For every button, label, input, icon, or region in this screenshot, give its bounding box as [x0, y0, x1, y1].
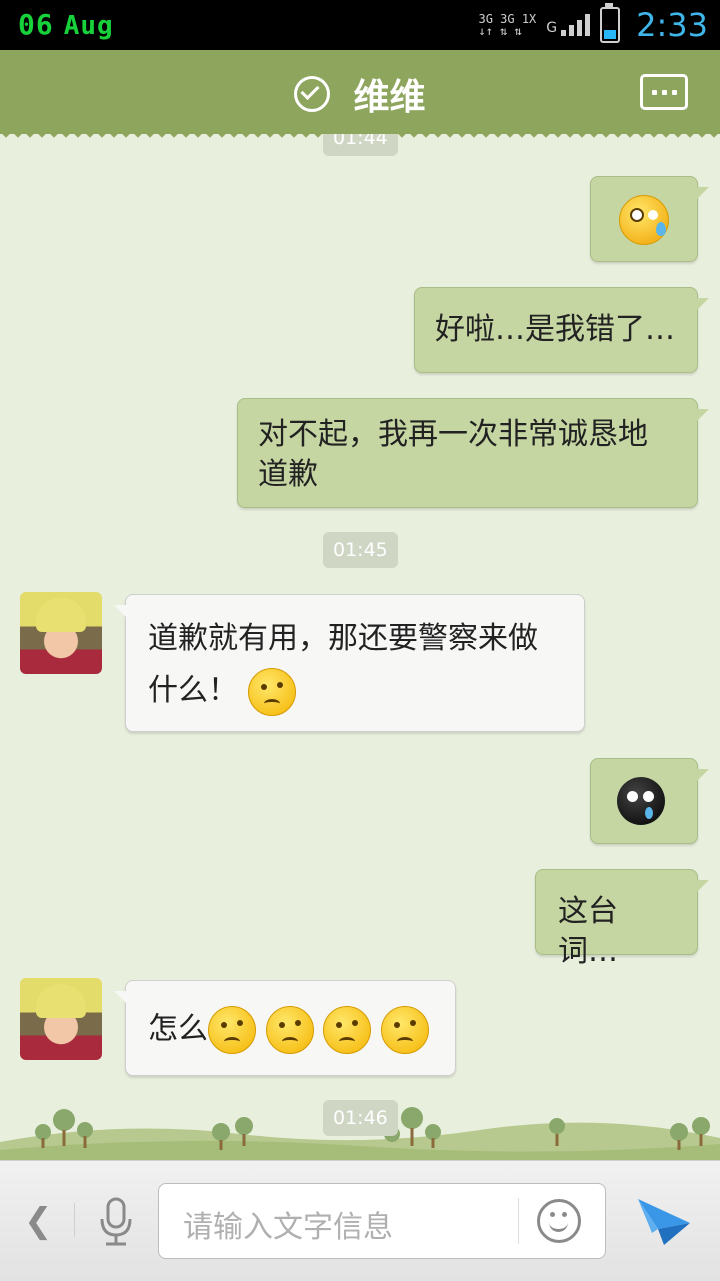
status-icons: 3G 3G 1X ↓↑ ⇅ ⇅ G 2:33 [478, 3, 708, 44]
send-button[interactable] [634, 1193, 694, 1249]
more-options-button[interactable] [640, 74, 688, 110]
message-text: 道歉就有用，那还要警察来做什么！ [148, 621, 538, 708]
message-text: 这台词… [558, 894, 618, 969]
grimace-face-icon [265, 1005, 314, 1054]
microphone-icon[interactable] [96, 1197, 136, 1247]
contact-avatar[interactable] [20, 978, 102, 1060]
chat-header: 维维 [0, 50, 720, 140]
grimace-face-icon [208, 1005, 256, 1054]
message-input-placeholder: 请输入文字信息 [183, 1210, 393, 1245]
status-month: Aug [63, 11, 114, 41]
divider [74, 1203, 75, 1237]
message-bubble-outgoing[interactable] [590, 758, 709, 844]
status-date: 06 Aug [18, 8, 114, 41]
message-bubble-incoming[interactable]: 怎么 [114, 980, 456, 1076]
status-time: 2:33 [636, 6, 708, 44]
message-text: 怎么 [148, 1011, 208, 1047]
back-chevron-icon[interactable]: ❮ [24, 1201, 53, 1241]
contact-avatar[interactable] [20, 592, 102, 674]
network-g-label: G [546, 20, 558, 36]
status-bar: 06 Aug 3G 3G 1X ↓↑ ⇅ ⇅ G 2:33 [0, 0, 720, 50]
message-input[interactable]: 请输入文字信息 [158, 1183, 606, 1259]
puzzled-face-icon [247, 667, 296, 716]
message-bubble-outgoing[interactable]: 这台词… [535, 869, 709, 969]
message-text: 对不起，我再一次非常诚恳地道歉 [258, 417, 648, 492]
message-bubble-outgoing[interactable] [590, 176, 709, 262]
timestamp: 01:46 [323, 1100, 398, 1136]
grimace-face-icon [323, 1005, 372, 1054]
battery-icon [600, 3, 621, 43]
crying-black-face-icon [617, 777, 665, 825]
signal-icon: G [546, 14, 591, 36]
input-bar: ❮ 请输入文字信息 [0, 1160, 720, 1281]
network-type-icon: 3G 3G 1X ↓↑ ⇅ ⇅ [478, 12, 537, 38]
message-bubble-incoming[interactable]: 道歉就有用，那还要警察来做什么！ [114, 594, 585, 732]
timestamp: 01:45 [323, 532, 398, 568]
status-day: 06 [18, 8, 54, 41]
emoji-picker-icon[interactable] [537, 1199, 581, 1243]
online-check-icon [294, 76, 331, 112]
grimace-face-icon [380, 1005, 429, 1054]
message-bubble-outgoing[interactable]: 好啦…是我错了… [414, 287, 709, 373]
message-text: 好啦…是我错了… [435, 312, 675, 347]
message-bubble-outgoing[interactable]: 对不起，我再一次非常诚恳地道歉 [237, 398, 709, 508]
timestamp: 01:44 [323, 134, 398, 156]
sweat-face-icon [619, 195, 669, 245]
contact-name: 维维 [353, 77, 426, 118]
message-list[interactable]: 01:44 好啦…是我错了… 对不起，我再一次非常诚恳地道歉 01:45 道歉就… [0, 134, 720, 1160]
